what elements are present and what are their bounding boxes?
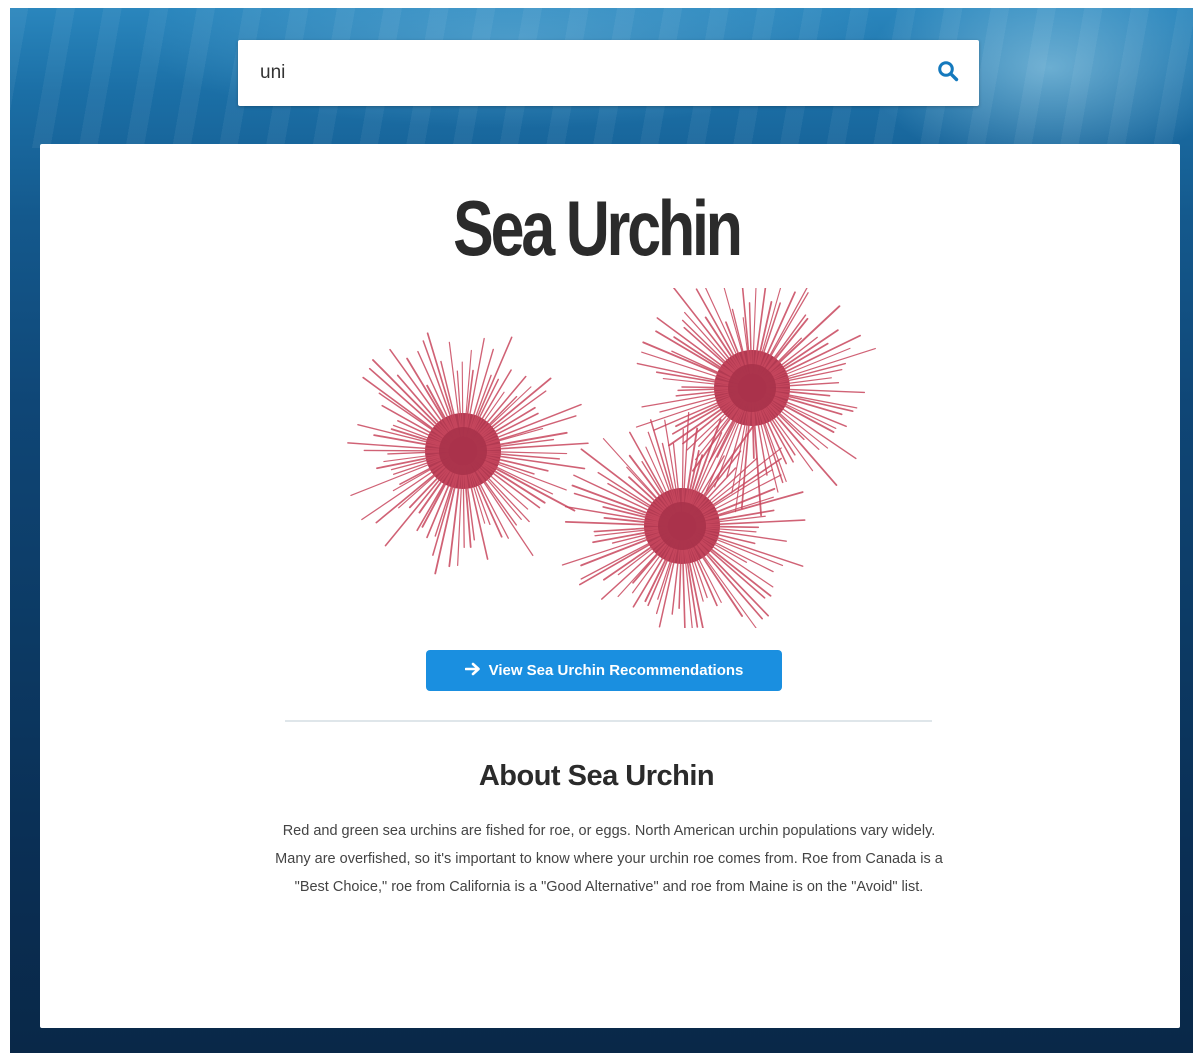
view-recommendations-button[interactable]: View Sea Urchin Recommendations: [426, 650, 782, 691]
about-description: Red and green sea urchins are fished for…: [275, 823, 943, 895]
section-divider: [285, 720, 932, 722]
view-recommendations-label: View Sea Urchin Recommendations: [488, 662, 744, 679]
search-input[interactable]: [238, 40, 917, 106]
page-title: Sea Urchin: [453, 184, 743, 272]
search-icon: [937, 60, 959, 87]
about-heading: About Sea Urchin: [478, 760, 715, 792]
arrow-right-icon: [464, 662, 481, 680]
search-button[interactable]: [917, 40, 979, 106]
search-bar: [238, 40, 979, 106]
sea-urchin-illustration: [347, 288, 876, 628]
